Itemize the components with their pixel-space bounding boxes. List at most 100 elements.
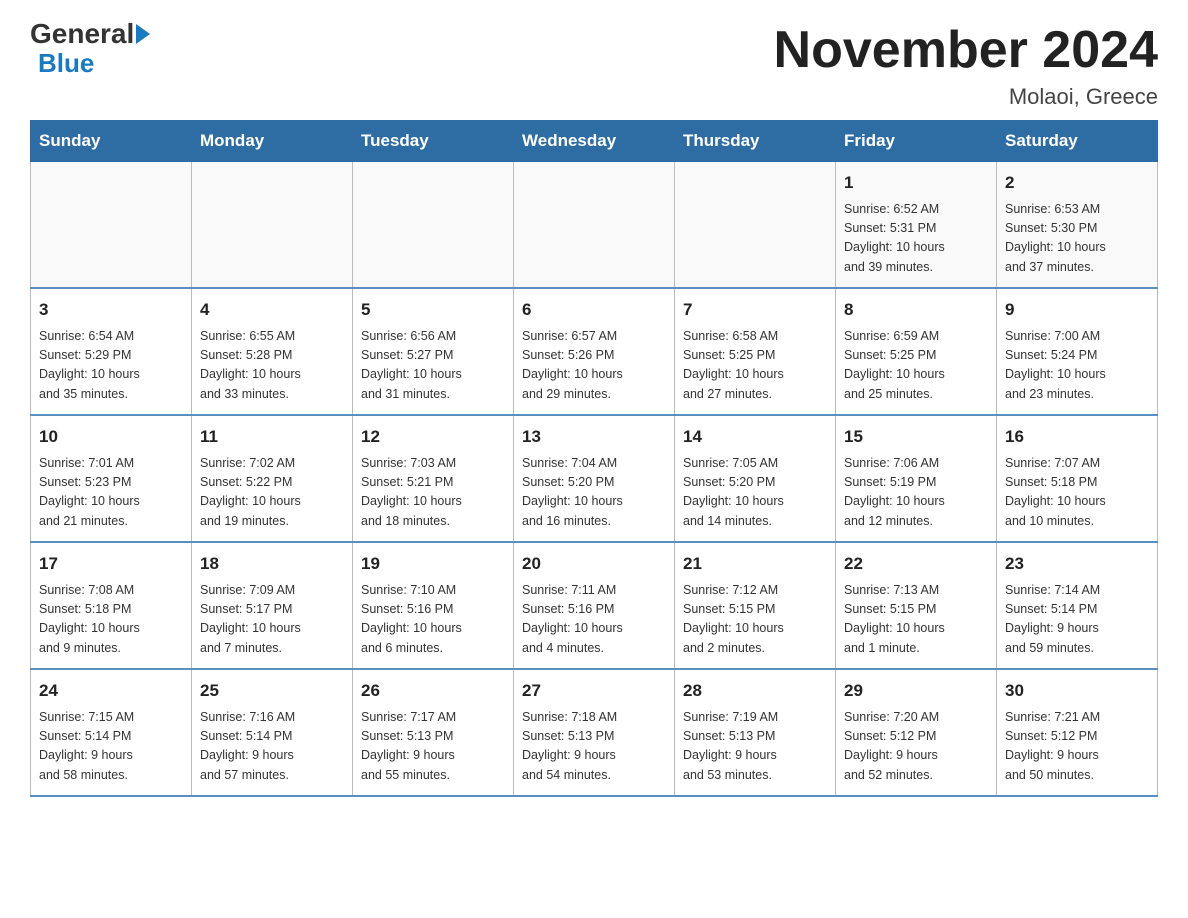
title-area: November 2024 Molaoi, Greece [774,20,1158,110]
calendar-cell: 4 Sunrise: 6:55 AM Sunset: 5:28 PM Daylig… [192,288,353,415]
cell-info: Sunrise: 7:07 AM Sunset: 5:18 PM Dayligh… [1005,454,1149,532]
header: General Blue November 2024 Molaoi, Greec… [30,20,1158,110]
day-number: 13 [522,424,666,450]
calendar-cell: 10 Sunrise: 7:01 AM Sunset: 5:23 PM Dayli… [31,415,192,542]
col-wednesday: Wednesday [514,121,675,162]
day-number: 20 [522,551,666,577]
calendar-cell: 8 Sunrise: 6:59 AM Sunset: 5:25 PM Daylig… [836,288,997,415]
calendar-cell: 28Sunrise: 7:19 AM Sunset: 5:13 PM Dayli… [675,669,836,796]
cell-info: Sunrise: 7:14 AM Sunset: 5:14 PM Dayligh… [1005,581,1149,659]
calendar-body: 1 Sunrise: 6:52 AM Sunset: 5:31 PM Daylig… [31,162,1158,797]
calendar-cell: 15Sunrise: 7:06 AM Sunset: 5:19 PM Dayli… [836,415,997,542]
day-number: 22 [844,551,988,577]
cell-info: Sunrise: 7:11 AM Sunset: 5:16 PM Dayligh… [522,581,666,659]
calendar-cell: 9Sunrise: 7:00 AM Sunset: 5:24 PM Daylig… [997,288,1158,415]
cell-info: Sunrise: 7:15 AM Sunset: 5:14 PM Dayligh… [39,708,183,786]
cell-info: Sunrise: 6:55 AM Sunset: 5:28 PM Dayligh… [200,327,344,405]
cell-info: Sunrise: 7:18 AM Sunset: 5:13 PM Dayligh… [522,708,666,786]
cell-info: Sunrise: 7:04 AM Sunset: 5:20 PM Dayligh… [522,454,666,532]
day-number: 23 [1005,551,1149,577]
cell-info: Sunrise: 7:21 AM Sunset: 5:12 PM Dayligh… [1005,708,1149,786]
day-number: 8 [844,297,988,323]
day-number: 3 [39,297,183,323]
calendar-cell: 19 Sunrise: 7:10 AM Sunset: 5:16 PM Dayli… [353,542,514,669]
logo-general-text: General [30,20,134,48]
cell-info: Sunrise: 6:56 AM Sunset: 5:27 PM Dayligh… [361,327,505,405]
day-number: 2 [1005,170,1149,196]
cell-info: Sunrise: 6:59 AM Sunset: 5:25 PM Dayligh… [844,327,988,405]
calendar-cell: 20 Sunrise: 7:11 AM Sunset: 5:16 PM Dayli… [514,542,675,669]
day-number: 24 [39,678,183,704]
calendar-cell: 22 Sunrise: 7:13 AM Sunset: 5:15 PM Dayli… [836,542,997,669]
col-thursday: Thursday [675,121,836,162]
cell-info: Sunrise: 7:12 AM Sunset: 5:15 PM Dayligh… [683,581,827,659]
cell-info: Sunrise: 6:54 AM Sunset: 5:29 PM Dayligh… [39,327,183,405]
col-tuesday: Tuesday [353,121,514,162]
calendar-cell: 7Sunrise: 6:58 AM Sunset: 5:25 PM Daylig… [675,288,836,415]
calendar-cell: 29 Sunrise: 7:20 AM Sunset: 5:12 PM Dayli… [836,669,997,796]
cell-info: Sunrise: 6:53 AM Sunset: 5:30 PM Dayligh… [1005,200,1149,278]
logo-area: General Blue [30,20,150,79]
calendar-cell: 24 Sunrise: 7:15 AM Sunset: 5:14 PM Dayli… [31,669,192,796]
calendar-header-row: Sunday Monday Tuesday Wednesday Thursday… [31,121,1158,162]
day-number: 12 [361,424,505,450]
calendar-week-row: 3 Sunrise: 6:54 AM Sunset: 5:29 PM Daylig… [31,288,1158,415]
calendar-subtitle: Molaoi, Greece [774,84,1158,110]
calendar-cell: 27 Sunrise: 7:18 AM Sunset: 5:13 PM Dayli… [514,669,675,796]
calendar-cell: 23 Sunrise: 7:14 AM Sunset: 5:14 PM Dayli… [997,542,1158,669]
calendar-cell: 25Sunrise: 7:16 AM Sunset: 5:14 PM Dayli… [192,669,353,796]
calendar-table: Sunday Monday Tuesday Wednesday Thursday… [30,120,1158,797]
calendar-cell [675,162,836,289]
calendar-cell: 2 Sunrise: 6:53 AM Sunset: 5:30 PM Daylig… [997,162,1158,289]
cell-info: Sunrise: 7:09 AM Sunset: 5:17 PM Dayligh… [200,581,344,659]
calendar-cell: 14Sunrise: 7:05 AM Sunset: 5:20 PM Dayli… [675,415,836,542]
cell-info: Sunrise: 7:06 AM Sunset: 5:19 PM Dayligh… [844,454,988,532]
day-number: 17 [39,551,183,577]
calendar-week-row: 24 Sunrise: 7:15 AM Sunset: 5:14 PM Dayli… [31,669,1158,796]
day-number: 10 [39,424,183,450]
day-number: 30 [1005,678,1149,704]
calendar-cell: 21 Sunrise: 7:12 AM Sunset: 5:15 PM Dayli… [675,542,836,669]
logo-blue-text: Blue [38,48,94,78]
cell-info: Sunrise: 7:13 AM Sunset: 5:15 PM Dayligh… [844,581,988,659]
calendar-cell: 11 Sunrise: 7:02 AM Sunset: 5:22 PM Dayli… [192,415,353,542]
col-saturday: Saturday [997,121,1158,162]
day-number: 1 [844,170,988,196]
day-number: 19 [361,551,505,577]
calendar-cell: 17Sunrise: 7:08 AM Sunset: 5:18 PM Dayli… [31,542,192,669]
col-friday: Friday [836,121,997,162]
logo: General [30,20,150,48]
calendar-cell: 6Sunrise: 6:57 AM Sunset: 5:26 PM Daylig… [514,288,675,415]
day-number: 14 [683,424,827,450]
day-number: 18 [200,551,344,577]
cell-info: Sunrise: 7:10 AM Sunset: 5:16 PM Dayligh… [361,581,505,659]
cell-info: Sunrise: 6:52 AM Sunset: 5:31 PM Dayligh… [844,200,988,278]
cell-info: Sunrise: 7:03 AM Sunset: 5:21 PM Dayligh… [361,454,505,532]
day-number: 21 [683,551,827,577]
day-number: 26 [361,678,505,704]
col-monday: Monday [192,121,353,162]
col-sunday: Sunday [31,121,192,162]
cell-info: Sunrise: 7:01 AM Sunset: 5:23 PM Dayligh… [39,454,183,532]
calendar-week-row: 1 Sunrise: 6:52 AM Sunset: 5:31 PM Daylig… [31,162,1158,289]
day-number: 29 [844,678,988,704]
calendar-cell [192,162,353,289]
calendar-cell: 5 Sunrise: 6:56 AM Sunset: 5:27 PM Daylig… [353,288,514,415]
day-number: 27 [522,678,666,704]
calendar-cell [514,162,675,289]
day-number: 11 [200,424,344,450]
day-number: 5 [361,297,505,323]
calendar-cell: 30 Sunrise: 7:21 AM Sunset: 5:12 PM Dayli… [997,669,1158,796]
calendar-cell: 16Sunrise: 7:07 AM Sunset: 5:18 PM Dayli… [997,415,1158,542]
logo-arrow-icon [136,24,150,44]
calendar-cell: 26Sunrise: 7:17 AM Sunset: 5:13 PM Dayli… [353,669,514,796]
cell-info: Sunrise: 7:20 AM Sunset: 5:12 PM Dayligh… [844,708,988,786]
day-number: 9 [1005,297,1149,323]
cell-info: Sunrise: 7:02 AM Sunset: 5:22 PM Dayligh… [200,454,344,532]
calendar-cell [31,162,192,289]
calendar-cell: 3 Sunrise: 6:54 AM Sunset: 5:29 PM Daylig… [31,288,192,415]
day-number: 4 [200,297,344,323]
cell-info: Sunrise: 6:57 AM Sunset: 5:26 PM Dayligh… [522,327,666,405]
day-number: 7 [683,297,827,323]
calendar-cell: 13 Sunrise: 7:04 AM Sunset: 5:20 PM Dayli… [514,415,675,542]
